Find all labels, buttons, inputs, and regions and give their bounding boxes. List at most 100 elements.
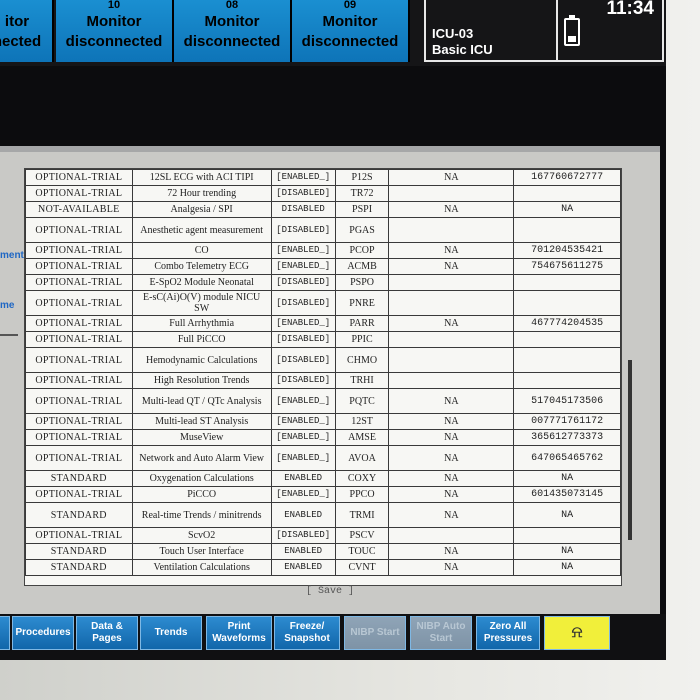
bed-number: 10 [107, 0, 121, 11]
feature-code: TOUC [334, 543, 390, 560]
zero-all-pressures-button[interactable]: Zero All Pressures [476, 616, 540, 650]
nibp-start-button[interactable]: NIBP Start [344, 616, 406, 650]
bed-tile-partial[interactable]: itor nected [0, 0, 54, 62]
procedures-button[interactable]: Procedures [12, 616, 74, 650]
bed-tile-line1: itor [4, 13, 30, 30]
feature-name: PiCCO [131, 486, 272, 503]
feature-name: High Resolution Trends [131, 372, 272, 389]
side-menu-label[interactable]: ment [0, 250, 24, 261]
feature-row[interactable]: NOT-AVAILABLE Analgesia / SPI DISABLED PSPI… [25, 201, 621, 218]
feature-row[interactable]: OPTIONAL-TRIAL ScvO2 [DISABLED] PSCV [25, 527, 621, 544]
feature-name: Multi-lead ST Analysis [131, 413, 272, 430]
feature-row[interactable]: OPTIONAL-TRIAL High Resolution Trends [DIS… [25, 372, 621, 389]
feature-na [388, 274, 515, 291]
feature-code: AMSE [334, 429, 390, 446]
feature-key: NA [513, 502, 621, 528]
clock: 11:34 [606, 0, 654, 19]
feature-row[interactable]: OPTIONAL-TRIAL 72 Hour trending [DISABLED]… [25, 185, 621, 202]
feature-state: DISABLED [270, 201, 336, 218]
feature-status: OPTIONAL-TRIAL [25, 413, 133, 430]
feature-state: ENABLED [270, 470, 336, 487]
monitor-screen: itor nected 10 Monitor disconnected 08 M… [0, 0, 666, 660]
feature-na: NA [388, 445, 515, 471]
feature-row[interactable]: OPTIONAL-TRIAL E-sC(Ai)O(V) module NICU S… [25, 290, 621, 316]
feature-status: STANDARD [25, 559, 133, 576]
feature-row[interactable]: STANDARD Touch User Interface ENABLED TOUC N… [25, 543, 621, 560]
feature-state: [DISABLED] [270, 372, 336, 389]
feature-status: OPTIONAL-TRIAL [25, 242, 133, 259]
table-scrollbar[interactable] [628, 360, 632, 540]
feature-state: [ENABLED_] [270, 413, 336, 430]
feature-na [388, 372, 515, 389]
feature-key [513, 331, 621, 348]
side-menu-label[interactable]: me [0, 300, 14, 311]
feature-status: OPTIONAL-TRIAL [25, 185, 133, 202]
feature-state: ENABLED [270, 559, 336, 576]
feature-row[interactable]: STANDARD Oxygenation Calculations ENABLED C… [25, 470, 621, 487]
feature-state: [DISABLED] [270, 274, 336, 291]
feature-name: E-SpO2 Module Neonatal [131, 274, 272, 291]
data-pages-button[interactable]: Data & Pages [76, 616, 138, 650]
feature-name: Hemodynamic Calculations [131, 347, 272, 373]
bed-tile-10[interactable]: 10 Monitor disconnected [56, 0, 174, 62]
feature-code: P12S [334, 169, 390, 186]
bed-tile-line1: Monitor [322, 13, 378, 30]
feature-na [388, 527, 515, 544]
feature-row[interactable]: OPTIONAL-TRIAL Hemodynamic Calculations [D… [25, 347, 621, 373]
feature-code: TRHI [334, 372, 390, 389]
feature-state: [DISABLED] [270, 347, 336, 373]
partial-button[interactable] [0, 616, 10, 650]
alarm-silence-icon[interactable]: ⍾ [544, 616, 610, 650]
feature-row[interactable]: OPTIONAL-TRIAL Full PiCCO [DISABLED] PPIC [25, 331, 621, 348]
feature-row[interactable]: OPTIONAL-TRIAL Multi-lead ST Analysis [ENA… [25, 413, 621, 430]
feature-state: [ENABLED_] [270, 169, 336, 186]
bed-tile-line2: disconnected [65, 33, 163, 50]
feature-state: [DISABLED] [270, 185, 336, 202]
feature-row[interactable]: OPTIONAL-TRIAL 12SL ECG with ACI TIPI [ENA… [25, 169, 621, 186]
bed-tile-line1: Monitor [86, 13, 142, 30]
feature-row[interactable]: OPTIONAL-TRIAL Network and Auto Alarm Vie… [25, 445, 621, 471]
feature-na: NA [388, 388, 515, 414]
feature-status: OPTIONAL-TRIAL [25, 331, 133, 348]
feature-code: 12ST [334, 413, 390, 430]
feature-row[interactable]: STANDARD Real-time Trends / minitrends ENA… [25, 502, 621, 528]
feature-code: ACMB [334, 258, 390, 275]
nibp-auto-start-button[interactable]: NIBP Auto Start [410, 616, 472, 650]
feature-row[interactable]: OPTIONAL-TRIAL PiCCO [ENABLED_] PPCO NA 60143… [25, 486, 621, 503]
save-button[interactable]: [ Save ] [0, 586, 660, 597]
bed-tile-08[interactable]: 08 Monitor disconnected [174, 0, 292, 62]
feature-row[interactable]: STANDARD Ventilation Calculations ENABLED C… [25, 559, 621, 576]
feature-state: [ENABLED_] [270, 242, 336, 259]
feature-row[interactable]: OPTIONAL-TRIAL CO [ENABLED_] PCOP NA 70120453… [25, 242, 621, 259]
freeze-snapshot-button[interactable]: Freeze/ Snapshot [274, 616, 340, 650]
feature-code: COXY [334, 470, 390, 487]
feature-state: [ENABLED_] [270, 486, 336, 503]
feature-key [513, 185, 621, 202]
feature-state: [ENABLED_] [270, 388, 336, 414]
feature-na [388, 217, 515, 243]
feature-na: NA [388, 429, 515, 446]
feature-row[interactable]: OPTIONAL-TRIAL E-SpO2 Module Neonatal [DIS… [25, 274, 621, 291]
feature-row[interactable]: OPTIONAL-TRIAL MuseView [ENABLED_] AMSE NA 36… [25, 429, 621, 446]
feature-code: PARR [334, 315, 390, 332]
feature-name: Full Arrhythmia [131, 315, 272, 332]
print-waveforms-button[interactable]: Print Waveforms [206, 616, 272, 650]
feature-status: OPTIONAL-TRIAL [25, 347, 133, 373]
bed-tile-09[interactable]: 09 Monitor disconnected [292, 0, 410, 62]
feature-row[interactable]: OPTIONAL-TRIAL Combo Telemetry ECG [ENABLE… [25, 258, 621, 275]
trends-button[interactable]: Trends [140, 616, 202, 650]
feature-state: [ENABLED_] [270, 258, 336, 275]
feature-key: NA [513, 559, 621, 576]
feature-name: Network and Auto Alarm View [131, 445, 272, 471]
feature-state: [ENABLED_] [270, 429, 336, 446]
feature-status: OPTIONAL-TRIAL [25, 527, 133, 544]
feature-row[interactable]: OPTIONAL-TRIAL Multi-lead QT / QTc Analys… [25, 388, 621, 414]
feature-code: PSPI [334, 201, 390, 218]
feature-key [513, 274, 621, 291]
feature-name: Multi-lead QT / QTc Analysis [131, 388, 272, 414]
feature-row[interactable]: OPTIONAL-TRIAL Anesthetic agent measureme… [25, 217, 621, 243]
feature-state: ENABLED [270, 543, 336, 560]
feature-key [513, 290, 621, 316]
bed-number: 09 [343, 0, 357, 11]
feature-row[interactable]: OPTIONAL-TRIAL Full Arrhythmia [ENABLED_] P… [25, 315, 621, 332]
